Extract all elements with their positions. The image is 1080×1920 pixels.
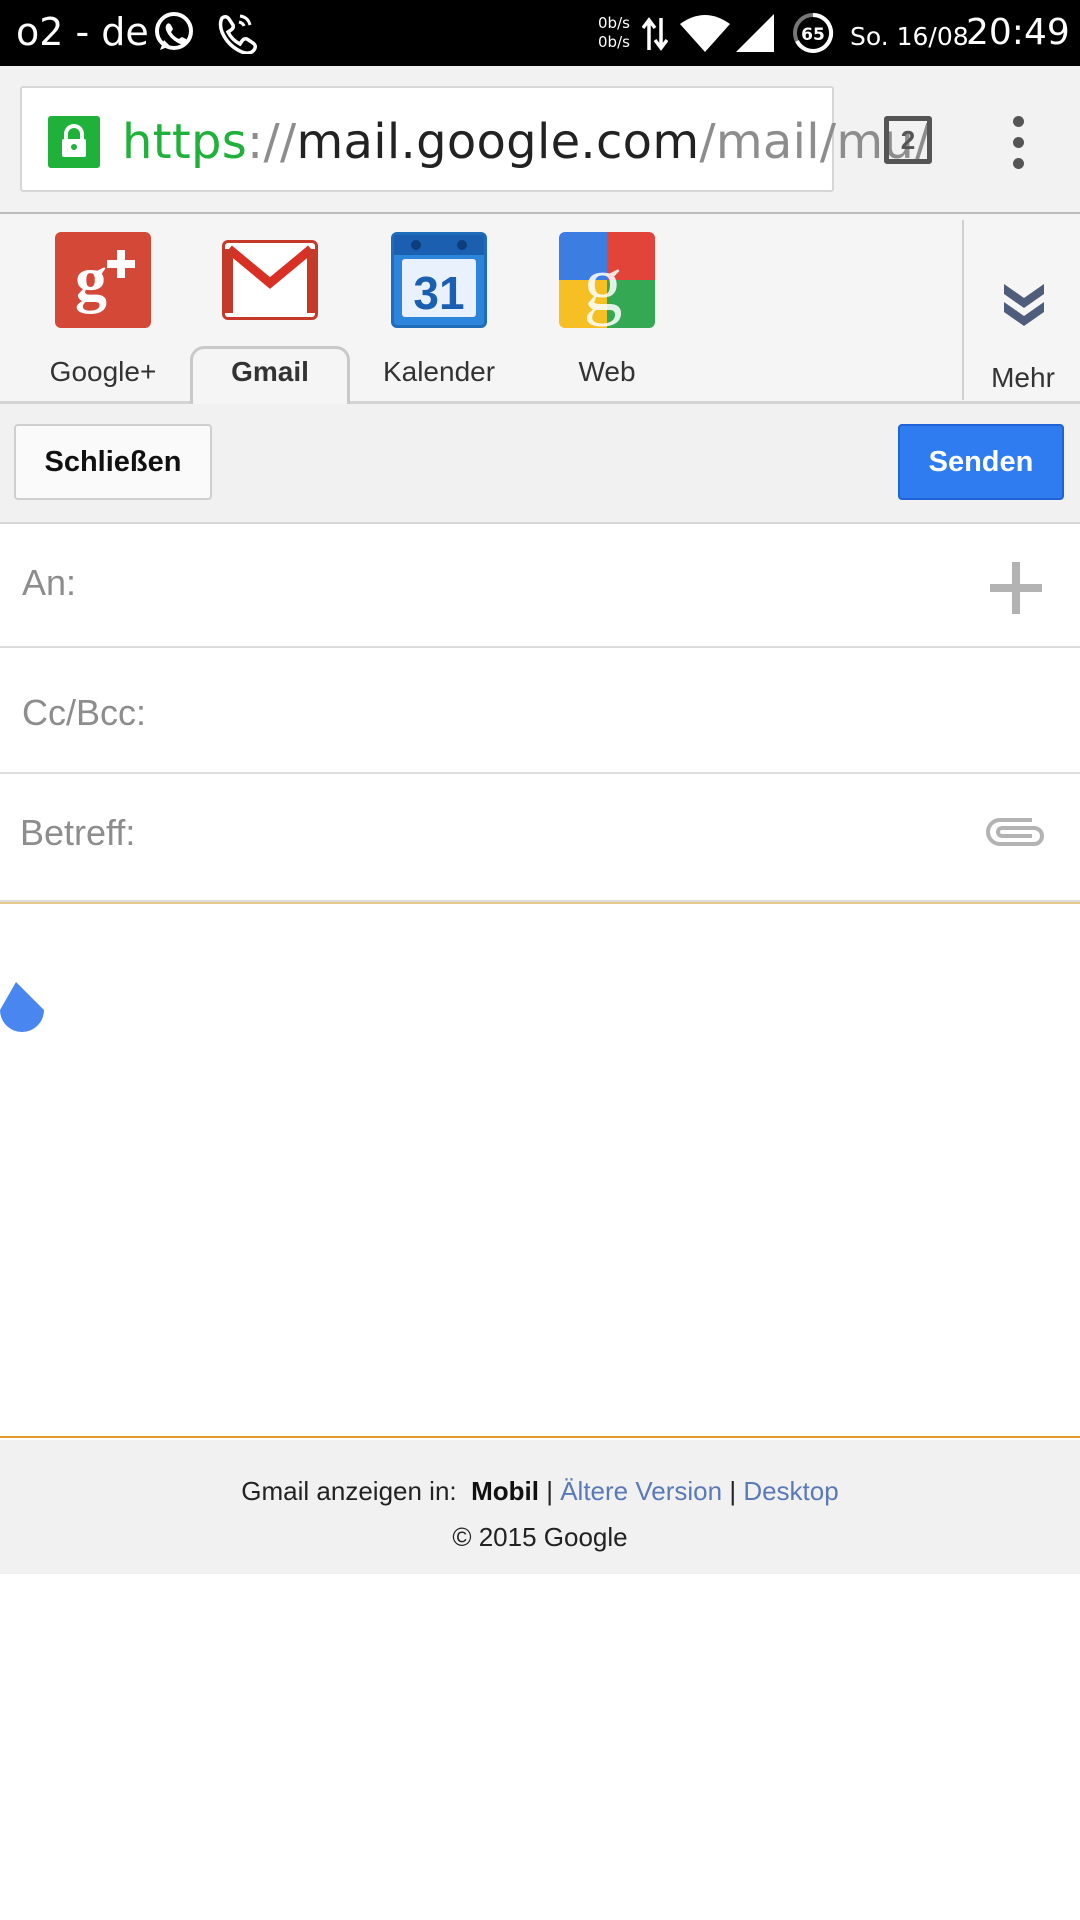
older-version-link[interactable]: Ältere Version — [560, 1476, 722, 1506]
close-button[interactable]: Schließen — [14, 424, 212, 500]
message-body-textarea[interactable] — [0, 902, 1080, 1438]
view-mode-line: Gmail anzeigen in: Mobil | Ältere Versio… — [0, 1476, 1080, 1507]
subject-label: Betreff: — [20, 812, 136, 853]
app-google-plus[interactable]: g Google+ — [33, 232, 173, 387]
calendar-day: 31 — [413, 267, 464, 319]
url-scheme: https — [122, 114, 248, 170]
battery-level: 65 — [801, 25, 825, 45]
google-search-icon: g — [559, 232, 655, 328]
more-apps-button[interactable]: Mehr — [962, 220, 1080, 400]
mobile-view-current: Mobil — [471, 1476, 539, 1506]
url-separator: :// — [247, 114, 297, 170]
subject-field[interactable]: Betreff: — [0, 774, 1080, 902]
google-app-bar: g Google+ Gmail 31 Kalender g Web Mehr — [0, 214, 1080, 406]
phone-call-icon — [212, 10, 260, 59]
app-label: Google+ — [49, 356, 157, 387]
svg-text:g: g — [584, 240, 623, 327]
app-web-search[interactable]: g Web — [537, 232, 677, 387]
svg-text:g: g — [75, 243, 107, 314]
compose-action-bar: Schließen Senden — [0, 404, 1080, 524]
page-footer: Gmail anzeigen in: Mobil | Ältere Versio… — [0, 1440, 1080, 1574]
battery-icon: 65 — [792, 12, 834, 59]
lock-icon — [48, 116, 100, 168]
wifi-icon — [680, 14, 730, 57]
add-recipient-plus-icon[interactable] — [990, 562, 1042, 614]
double-chevron-down-icon — [1002, 280, 1046, 331]
app-gmail[interactable]: Gmail — [200, 232, 340, 387]
tab-switcher-button[interactable]: 2 — [884, 116, 932, 164]
text-cursor-handle[interactable] — [0, 980, 44, 1042]
app-label: Web — [578, 356, 636, 387]
copyright-text: © 2015 Google — [452, 1522, 628, 1552]
url-text[interactable]: https://mail.google.com/mail/mu/ — [122, 114, 931, 170]
cc-bcc-field[interactable]: Cc/Bcc: — [0, 648, 1080, 774]
status-date: So. 16/08 — [850, 22, 969, 51]
app-label: Kalender — [382, 356, 496, 387]
data-transfer-icon — [641, 16, 669, 57]
to-label: An: — [22, 562, 77, 603]
calendar-icon: 31 — [391, 232, 487, 328]
whatsapp-icon — [152, 10, 196, 59]
send-button[interactable]: Senden — [898, 424, 1064, 500]
status-time: 20:49 — [966, 12, 1070, 53]
more-label: Mehr — [991, 362, 1055, 393]
download-speed: 0b/s — [598, 33, 630, 51]
google-plus-icon: g — [55, 232, 151, 328]
gmail-icon — [222, 240, 318, 320]
desktop-view-link[interactable]: Desktop — [743, 1476, 838, 1506]
signal-icon — [736, 14, 774, 57]
cc-bcc-label: Cc/Bcc: — [22, 692, 147, 733]
overflow-menu-icon[interactable] — [1006, 116, 1030, 172]
view-in-label: Gmail anzeigen in: — [241, 1476, 457, 1506]
paperclip-attach-icon[interactable] — [982, 812, 1050, 857]
url-host: mail.google.com — [296, 114, 700, 170]
url-bar[interactable]: https://mail.google.com/mail/mu/ — [20, 86, 930, 192]
app-calendar[interactable]: 31 Kalender — [369, 232, 509, 387]
separator: | — [729, 1476, 737, 1506]
upload-speed: 0b/s — [598, 14, 630, 32]
app-label-active: Gmail — [231, 356, 309, 387]
separator: | — [546, 1476, 553, 1506]
carrier-name: o2 - de — [16, 10, 149, 54]
network-speed: 0b/s 0b/s — [598, 14, 630, 52]
to-field[interactable]: An: — [0, 524, 1080, 648]
status-bar: o2 - de 0b/s 0b/s 65 So. 16/08 20:49 — [0, 0, 1080, 66]
browser-toolbar: https://mail.google.com/mail/mu/ 2 — [0, 66, 1080, 214]
